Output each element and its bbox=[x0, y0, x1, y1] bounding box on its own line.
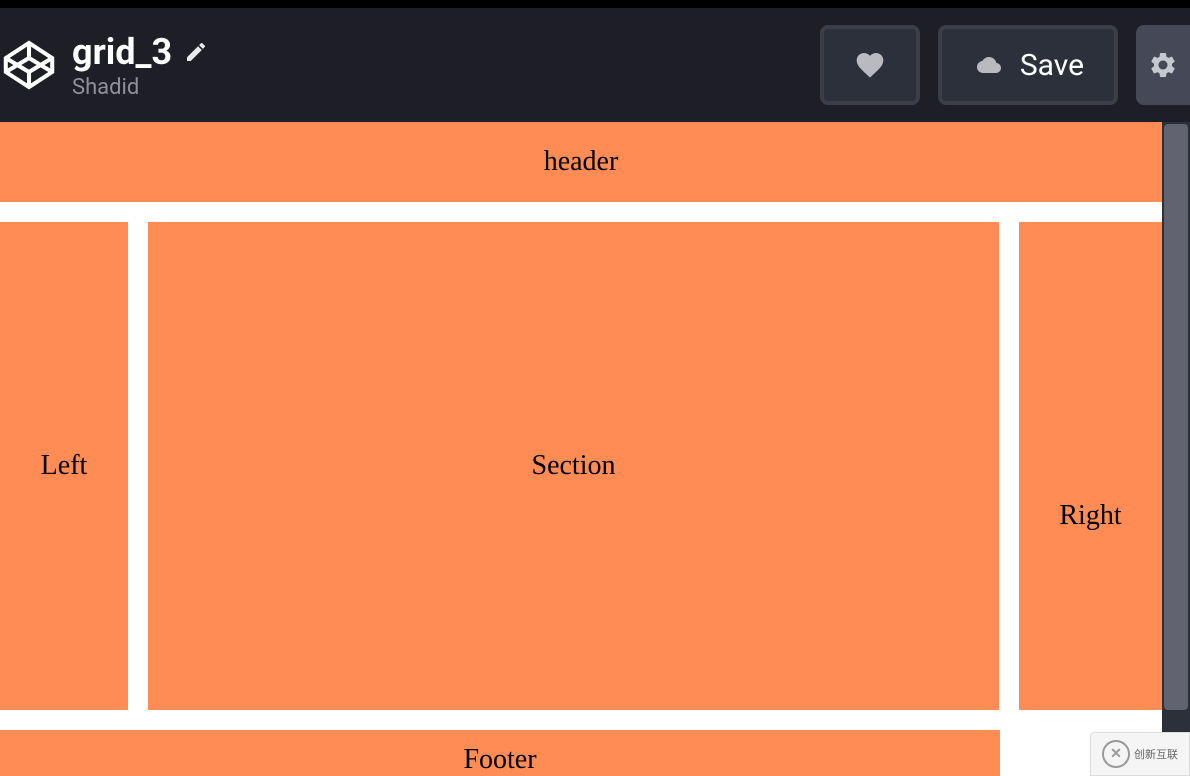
grid-container: header Left Section Right Footer bbox=[0, 122, 1162, 776]
codepen-logo-icon[interactable] bbox=[0, 36, 58, 94]
topbar-left: grid_3 Shadid bbox=[0, 31, 208, 100]
pen-title[interactable]: grid_3 bbox=[72, 31, 172, 73]
grid-header: header bbox=[0, 122, 1162, 202]
gear-icon bbox=[1148, 50, 1178, 80]
grid-footer: Footer bbox=[0, 730, 1000, 776]
cloud-icon bbox=[972, 53, 1006, 77]
title-group: grid_3 Shadid bbox=[72, 31, 208, 100]
save-label: Save bbox=[1020, 48, 1084, 83]
scrollbar-thumb[interactable] bbox=[1164, 124, 1188, 710]
heart-icon bbox=[854, 49, 886, 81]
watermark-inner: ✕ 创新互联 bbox=[1102, 740, 1178, 768]
grid-section: Section bbox=[148, 222, 999, 710]
settings-button[interactable] bbox=[1136, 25, 1190, 105]
like-button[interactable] bbox=[820, 25, 920, 105]
pencil-icon[interactable] bbox=[184, 40, 208, 64]
topbar-right: Save bbox=[820, 25, 1190, 105]
grid-left: Left bbox=[0, 222, 128, 710]
grid-right: Right bbox=[1019, 222, 1162, 710]
watermark: ✕ 创新互联 bbox=[1090, 732, 1190, 776]
save-button[interactable]: Save bbox=[938, 25, 1118, 105]
preview-area: header Left Section Right Footer bbox=[0, 122, 1190, 776]
pen-title-row: grid_3 bbox=[72, 31, 208, 73]
watermark-logo-icon: ✕ bbox=[1102, 740, 1130, 768]
pen-author[interactable]: Shadid bbox=[72, 75, 208, 100]
watermark-text: 创新互联 bbox=[1134, 749, 1178, 760]
topbar: grid_3 Shadid Save bbox=[0, 0, 1190, 122]
grid-middle-row: Left Section Right bbox=[0, 222, 1162, 710]
